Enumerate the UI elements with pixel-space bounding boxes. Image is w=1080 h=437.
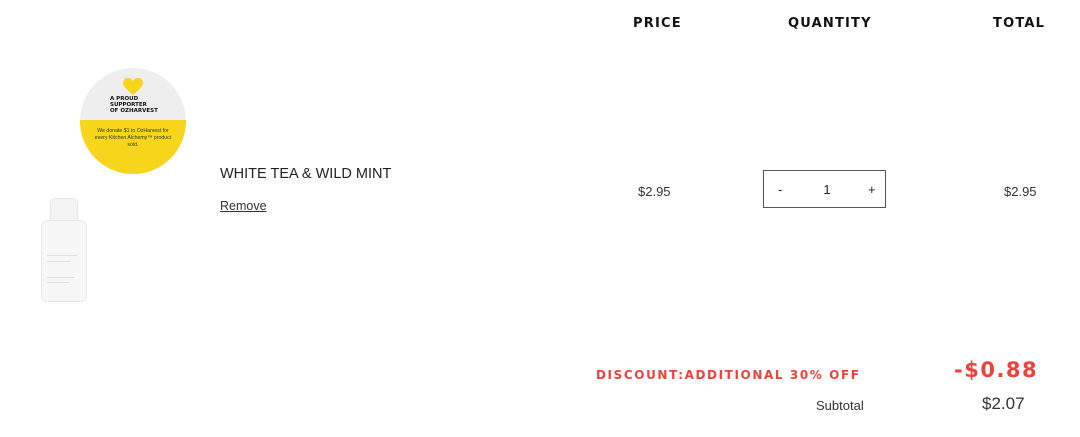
product-name[interactable]: WHITE TEA & WILD MINT bbox=[220, 166, 391, 182]
discount-label: DISCOUNT:ADDITIONAL 30% OFF bbox=[596, 368, 861, 382]
remove-link[interactable]: Remove bbox=[220, 199, 267, 213]
total-column-header: TOTAL bbox=[993, 16, 1046, 31]
product-image[interactable] bbox=[40, 198, 87, 302]
ozharvest-supporter-badge: A PROUD SUPPORTER OF OZHARVEST We donate… bbox=[80, 68, 186, 174]
discount-amount: -$0.88 bbox=[954, 358, 1039, 382]
heart-icon bbox=[123, 78, 143, 95]
decrease-quantity-button[interactable]: - bbox=[778, 182, 782, 197]
quantity-column-header: QUANTITY bbox=[788, 16, 872, 31]
label-line bbox=[47, 277, 75, 278]
item-price: $2.95 bbox=[638, 184, 671, 199]
badge-text: We donate $1 to OzHarvest for every Kitc… bbox=[94, 128, 172, 148]
quantity-input[interactable]: 1 bbox=[821, 182, 833, 197]
price-column-header: PRICE bbox=[633, 16, 682, 31]
bottle-body bbox=[41, 220, 87, 302]
increase-quantity-button[interactable]: + bbox=[868, 182, 876, 197]
label-line bbox=[47, 261, 71, 262]
subtotal-amount: $2.07 bbox=[982, 394, 1025, 413]
label-line bbox=[47, 255, 77, 256]
quantity-stepper: - 1 + bbox=[763, 170, 886, 208]
label-line bbox=[47, 282, 69, 283]
item-line-total: $2.95 bbox=[1004, 184, 1037, 199]
subtotal-label: Subtotal bbox=[816, 398, 864, 413]
badge-title: A PROUD SUPPORTER OF OZHARVEST bbox=[110, 96, 158, 114]
